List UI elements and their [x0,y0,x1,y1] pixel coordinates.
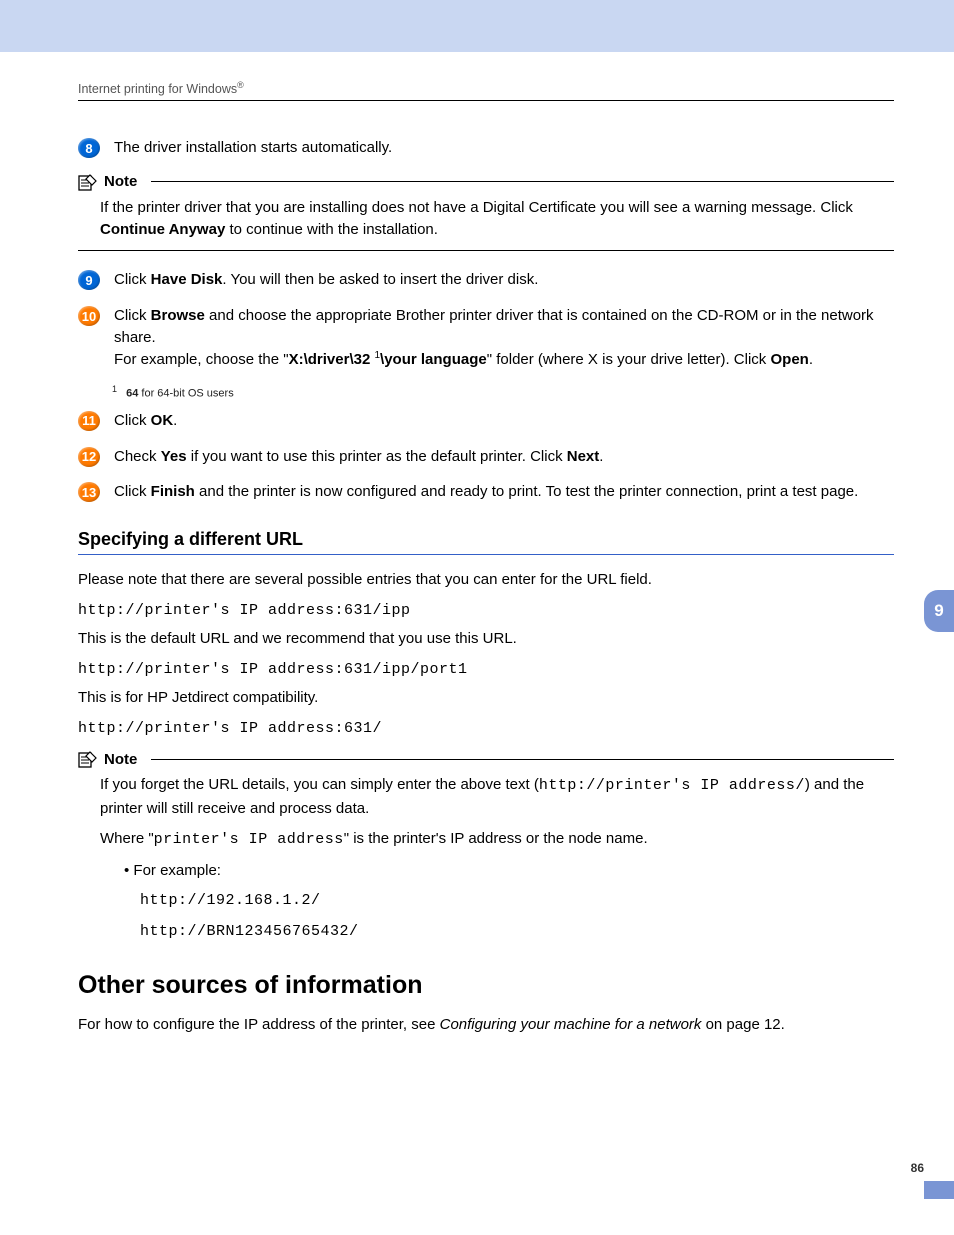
footnote-rest: for 64-bit OS users [141,388,233,400]
text: If you forget the URL details, you can s… [100,776,539,793]
step-number: 10 [78,306,100,326]
subheading-url: Specifying a different URL [78,529,894,550]
note2-line1: If you forget the URL details, you can s… [100,774,894,820]
top-accent-bar [0,0,954,52]
note-heading: Note [78,750,894,768]
note-label: Note [104,751,137,768]
note-block-1: Note If the printer driver that you are … [78,173,894,252]
note2-line2: Where "printer's IP address" is the prin… [100,828,894,852]
page-accent [924,1181,954,1199]
note-block-2: Note If you forget the URL details, you … [78,750,894,943]
note-rule [151,181,894,182]
note-body: If the printer driver that you are insta… [78,197,894,241]
other-para: For how to configure the IP address of t… [78,1014,894,1037]
registered-mark: ® [237,80,244,90]
note2-bullet: For example: [124,860,894,883]
step-number: 11 [78,411,100,431]
header-rule [78,100,894,101]
step-body: The driver installation starts automatic… [114,137,894,159]
subheading-rule [78,554,894,555]
note-icon [78,750,98,768]
note-icon [78,173,98,191]
note2-ex1: http://192.168.1.2/ [140,890,894,913]
step-8: 8 The driver installation starts automat… [78,137,894,159]
running-head: Internet printing for Windows® [78,82,894,96]
url-intro: Please note that there are several possi… [78,569,894,592]
note-heading: Note [78,173,894,191]
note-body: If you forget the URL details, you can s… [78,774,894,943]
text: on page 12. [701,1016,784,1033]
url-3: http://printer's IP address:631/ [78,718,894,741]
step-11: 11 Click OK. [78,410,894,432]
page-content: Internet printing for Windows® 8 The dri… [0,52,954,1037]
note-label: Note [104,173,137,190]
step-13: 13 Click Finish and the printer is now c… [78,481,894,503]
step-body: Check Yes if you want to use this printe… [114,446,894,468]
url-2-desc: This is for HP Jetdirect compatibility. [78,687,894,710]
footnote-bold: 64 [126,388,138,400]
text: Where " [100,830,154,847]
step-12: 12 Check Yes if you want to use this pri… [78,446,894,468]
note-end-rule [78,250,894,251]
step-body: Click Browse and choose the appropriate … [114,305,894,370]
text: For how to configure the IP address of t… [78,1016,440,1033]
note-rule [151,759,894,760]
text: " is the printer's IP address or the nod… [344,830,648,847]
step-number: 8 [78,138,100,158]
chapter-tab[interactable]: 9 [924,590,954,632]
code: printer's IP address [154,831,344,848]
url-1: http://printer's IP address:631/ipp [78,600,894,623]
running-head-text: Internet printing for Windows [78,82,237,96]
step-number: 9 [78,270,100,290]
step-body: Click Finish and the printer is now conf… [114,481,894,503]
step-number: 13 [78,482,100,502]
link-text[interactable]: Configuring your machine for a network [440,1016,702,1033]
url-2: http://printer's IP address:631/ipp/port… [78,659,894,682]
step-10: 10 Click Browse and choose the appropria… [78,305,894,370]
footnote-mark: 1 [112,384,117,394]
url-1-desc: This is the default URL and we recommend… [78,628,894,651]
step-9: 9 Click Have Disk. You will then be aske… [78,269,894,291]
page-number: 86 [911,1161,954,1175]
note2-ex2: http://BRN123456765432/ [140,921,894,944]
step-number: 12 [78,447,100,467]
step-body: Click OK. [114,410,894,432]
page-number-wrap: 86 [894,1161,954,1199]
footnote-1: 1 64 for 64-bit OS users [112,384,894,400]
code: http://printer's IP address/ [539,777,805,794]
heading-other-sources: Other sources of information [78,971,894,1000]
step-body: Click Have Disk. You will then be asked … [114,269,894,291]
